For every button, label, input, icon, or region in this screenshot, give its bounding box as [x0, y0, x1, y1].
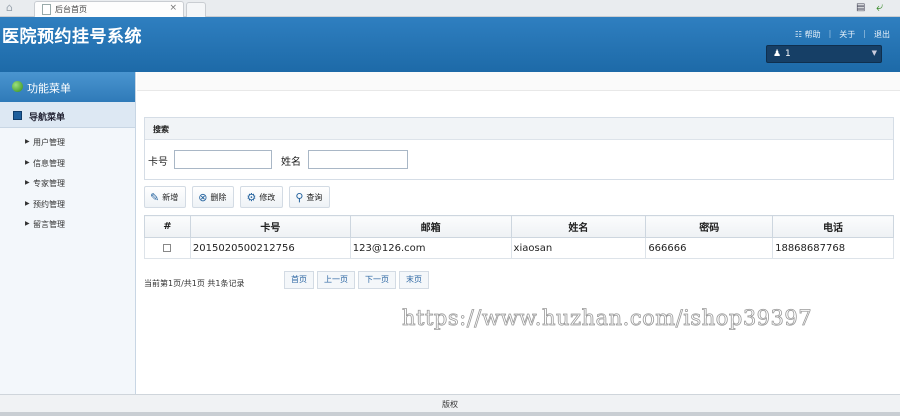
search-panel: 搜索 卡号 姓名	[144, 117, 894, 180]
cell-email: 123@126.com	[349, 237, 512, 259]
footer: 版权	[0, 394, 900, 412]
search-icon: ⚲	[295, 190, 304, 204]
name-input[interactable]	[308, 150, 408, 169]
delete-button[interactable]: ⊗ 删除	[192, 186, 235, 208]
main-content: 搜索 卡号 姓名 ✎ 新增 ⊗ 删除 ⚙ 修改 ⚲ 查询 # 卡号 邮箱 姓名 密码 电…	[137, 72, 900, 394]
sidebar-item-label: 专家管理	[33, 179, 65, 188]
col-index-header: #	[144, 215, 191, 238]
browser-tab-bar: ⌂ 后台首页 × ▤ ⤶	[0, 0, 900, 17]
close-tab-icon[interactable]: ×	[169, 3, 177, 13]
row-select-cell	[144, 237, 191, 259]
user-dropdown[interactable]: ♟ 1 ▼	[766, 45, 882, 63]
col-card-header[interactable]: 卡号	[189, 215, 351, 238]
chevron-down-icon: ▼	[871, 49, 877, 57]
data-table: # 卡号 邮箱 姓名 密码 电话 2015020500212756 123@12…	[144, 215, 894, 259]
sidebar-item-experts[interactable]: ▶ 专家管理	[0, 174, 135, 195]
row-checkbox[interactable]	[163, 243, 172, 252]
divider: |	[863, 29, 866, 38]
sidebar-item-label: 用户管理	[33, 138, 65, 147]
sidebar-item-label: 留言管理	[33, 220, 65, 229]
toolbar: ✎ 新增 ⊗ 删除 ⚙ 修改 ⚲ 查询	[144, 186, 331, 210]
back-arrow-icon[interactable]: ⤶	[876, 1, 890, 15]
divider: |	[828, 29, 832, 38]
app-header: 医院预约挂号系统 ☷ 帮助 | 关于 | 退出 ♟ 1 ▼	[0, 17, 900, 72]
card-label: 卡号	[148, 157, 168, 168]
sidebar-item-label: 预约管理	[33, 199, 65, 209]
nav-menu-label: 导航菜单	[29, 113, 66, 123]
header-links: ☷ 帮助 | 关于 | 退出	[795, 29, 890, 40]
col-password-header[interactable]: 密码	[645, 215, 774, 238]
new-tab-button[interactable]	[186, 2, 206, 17]
query-label: 查询	[306, 192, 323, 202]
delete-label: 删除	[210, 192, 227, 202]
edit-button[interactable]: ⚙ 修改	[240, 186, 284, 208]
last-page-button[interactable]: 末页	[399, 271, 429, 289]
add-button[interactable]: ✎ 新增	[144, 186, 187, 208]
globe-icon	[12, 81, 23, 92]
bullet-icon: ▶	[25, 138, 30, 145]
gear-icon: ⚙	[246, 190, 257, 204]
nav-list: ▶ 用户管理 ▶ 信息管理 ▶ 专家管理 ▶ 预约管理 ▶ 留言管理	[0, 128, 135, 236]
search-panel-title: 搜索	[145, 118, 893, 140]
table-row[interactable]: 2015020500212756 123@126.com xiaosan 666…	[144, 237, 894, 259]
user-icon: ♟	[773, 49, 782, 59]
col-phone-header[interactable]: 电话	[772, 215, 894, 238]
cell-phone: 18868687768	[772, 237, 894, 259]
sidebar-header: 功能菜单	[0, 72, 135, 102]
logout-link[interactable]: 退出	[874, 29, 890, 40]
search-title: 搜索	[153, 125, 169, 134]
nav-menu-header[interactable]: 导航菜单	[0, 102, 135, 128]
prev-page-button[interactable]: 上一页	[317, 271, 355, 289]
edit-label: 修改	[259, 192, 276, 202]
pencil-icon: ✎	[150, 190, 160, 204]
next-page-button[interactable]: 下一页	[358, 271, 396, 289]
bookmark-icon[interactable]: ▤	[856, 2, 868, 14]
sidebar-item-label: 信息管理	[33, 158, 65, 168]
name-label: 姓名	[281, 157, 301, 168]
home-icon[interactable]: ⌂	[6, 2, 22, 14]
pagination-info: 当前第1页/共1页 共1条记录	[144, 279, 245, 288]
table-header-row: # 卡号 邮箱 姓名 密码 电话	[144, 215, 894, 238]
bullet-icon: ▶	[25, 220, 30, 227]
sidebar: 功能菜单 导航菜单 ▶ 用户管理 ▶ 信息管理 ▶ 专家管理 ▶ 预约管理 ▶ 留言管理	[0, 72, 136, 394]
watermark-text: https://www.huzhan.com/ishop39397	[402, 306, 813, 331]
bullet-icon: ▶	[25, 179, 30, 186]
help-link[interactable]: ☷ 帮助	[795, 29, 821, 40]
remove-circle-icon: ⊗	[198, 190, 208, 204]
col-name-header[interactable]: 姓名	[510, 215, 647, 238]
help-label: 帮助	[804, 30, 821, 39]
cell-password: 666666	[645, 237, 774, 259]
card-input[interactable]	[174, 150, 272, 169]
first-page-button[interactable]: 首页	[284, 271, 314, 289]
sidebar-item-users[interactable]: ▶ 用户管理	[0, 133, 135, 154]
user-name: 1	[785, 49, 791, 59]
content-top-band	[137, 72, 900, 91]
sidebar-title: 功能菜单	[27, 82, 71, 95]
pagination-buttons: 首页 上一页 下一页 末页	[284, 271, 429, 289]
browser-tab[interactable]: 后台首页 ×	[34, 1, 184, 17]
copyright-text: 版权	[442, 400, 458, 409]
col-email-header[interactable]: 邮箱	[349, 215, 512, 238]
page-icon	[42, 4, 51, 15]
sidebar-item-messages[interactable]: ▶ 留言管理	[0, 215, 135, 236]
sidebar-item-info[interactable]: ▶ 信息管理	[0, 154, 135, 175]
query-button[interactable]: ⚲ 查询	[289, 186, 331, 208]
bullet-icon: ▶	[25, 158, 30, 166]
cell-name: xiaosan	[510, 237, 647, 259]
tab-title: 后台首页	[55, 5, 87, 14]
sidebar-item-appointments[interactable]: ▶ 预约管理	[0, 195, 135, 216]
about-link[interactable]: 关于	[839, 29, 855, 40]
cell-card: 2015020500212756	[189, 237, 351, 259]
menu-icon	[13, 111, 22, 120]
app-title: 医院预约挂号系统	[2, 27, 142, 47]
add-label: 新增	[162, 192, 179, 202]
browser-status-bar	[0, 412, 900, 416]
bullet-icon: ▶	[25, 199, 30, 207]
